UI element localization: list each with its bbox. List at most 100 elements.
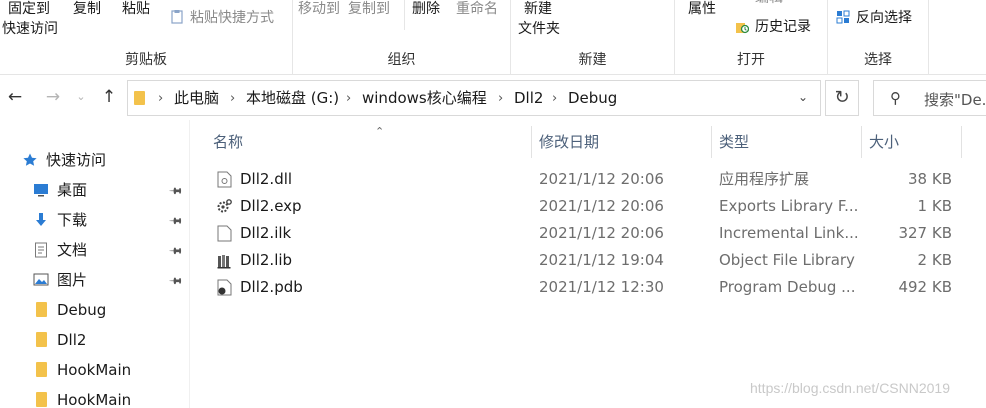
back-arrow-icon[interactable]: ← (6, 88, 24, 106)
pin-icon[interactable]: 🖈 (164, 270, 187, 293)
file-size: 2 KB (917, 251, 952, 269)
file-modified: 2021/1/12 20:06 (539, 224, 664, 242)
column-divider[interactable] (961, 126, 962, 158)
file-size: 492 KB (898, 278, 952, 296)
ribbon: 固定到 快速访问 复制 粘贴 粘贴快捷方式 剪贴板 移动到 复制到 删除 重命名… (0, 0, 986, 75)
nav-item-desktop[interactable]: 桌面 🖈 (0, 176, 190, 204)
nav-item-pictures[interactable]: 图片 🖈 (0, 266, 190, 294)
move-to-button[interactable]: 移动到 (298, 0, 340, 19)
file-modified: 2021/1/12 20:06 (539, 170, 664, 188)
desktop-icon (34, 184, 48, 197)
file-type: Exports Library F... (719, 197, 859, 215)
ilk-file-icon (217, 225, 232, 242)
paste-shortcut-button[interactable]: 粘贴快捷方式 (168, 6, 288, 28)
file-type: 应用程序扩展 (719, 170, 810, 188)
pin-icon[interactable]: 🖈 (164, 240, 187, 263)
edit-label: 编辑 (755, 0, 783, 8)
breadcrumb-drive-g[interactable]: 本地磁盘 (G:) (246, 89, 339, 108)
column-header-modified-label: 修改日期 (539, 133, 600, 151)
file-modified: 2021/1/12 20:06 (539, 197, 664, 215)
copy-button[interactable]: 复制 (73, 0, 101, 19)
address-folder-icon (134, 91, 145, 105)
paste-button[interactable]: 粘贴 (122, 0, 150, 19)
history-label: 历史记录 (755, 19, 811, 35)
nav-item-label: 下载 (57, 211, 88, 229)
nav-item-documents[interactable]: 文档 🖈 (0, 236, 190, 264)
nav-item-downloads[interactable]: 下载 🖈 (0, 206, 190, 234)
breadcrumb-dll2[interactable]: Dll2 (514, 89, 543, 108)
pin-to-quick-access-button[interactable]: 固定到 快速访问 (0, 0, 66, 42)
paste-shortcut-icon (171, 10, 183, 24)
file-size: 38 KB (908, 170, 952, 188)
column-header-size-label: 大小 (869, 133, 900, 151)
new-folder-label-line2: 文件夹 (518, 21, 560, 37)
edit-button[interactable]: 编辑 (733, 0, 823, 8)
file-name: Dll2.ilk (240, 224, 292, 242)
table-row[interactable]: Dll2.exp 2021/1/12 20:06 Exports Library… (191, 193, 986, 220)
file-type: Incremental Link... (719, 224, 859, 242)
chevron-right-icon[interactable]: › (552, 89, 557, 108)
breadcrumb-windows-core[interactable]: windows核心编程 (362, 89, 487, 108)
history-button[interactable]: 历史记录 (733, 16, 825, 38)
table-row[interactable]: Dll2.lib 2021/1/12 19:04 Object File Lib… (191, 247, 986, 274)
exp-file-icon (217, 199, 232, 213)
nav-item-label: Dll2 (57, 331, 87, 349)
history-icon (736, 23, 749, 34)
breadcrumb-this-pc[interactable]: 此电脑 (174, 89, 219, 108)
table-row[interactable]: Dll2.pdb 2021/1/12 12:30 Program Debug .… (191, 274, 986, 301)
column-header-modified[interactable]: 修改日期 (531, 126, 711, 158)
address-bar[interactable]: › 此电脑 › 本地磁盘 (G:) › windows核心编程 › Dll2 ›… (127, 80, 821, 116)
search-box[interactable]: ⚲ 搜索"De... (873, 80, 986, 116)
chevron-right-icon[interactable]: › (230, 89, 235, 108)
copy-to-button[interactable]: 复制到 (348, 0, 390, 19)
column-header-name-label: 名称 (213, 133, 244, 151)
pin-icon[interactable]: 🖈 (164, 180, 187, 203)
chevron-right-icon[interactable]: › (346, 89, 351, 108)
nav-quick-access[interactable]: 快速访问 (0, 146, 190, 174)
file-name: Dll2.dll (240, 170, 293, 188)
invert-selection-button[interactable]: 反向选择 (834, 6, 926, 28)
nav-item-label: 图片 (57, 271, 88, 289)
chevron-right-icon[interactable]: › (498, 89, 503, 108)
folder-icon (36, 332, 47, 347)
table-row[interactable]: Dll2.dll 2021/1/12 20:06 应用程序扩展 38 KB (191, 166, 986, 193)
breadcrumb-debug[interactable]: Debug (568, 89, 617, 108)
pin-icon[interactable]: 🖈 (164, 210, 187, 233)
chevron-right-icon[interactable]: › (158, 89, 163, 108)
nav-item-label: HookMain (57, 361, 132, 379)
ribbon-divider (928, 0, 929, 75)
table-row[interactable]: Dll2.ilk 2021/1/12 20:06 Incremental Lin… (191, 220, 986, 247)
nav-item-folder[interactable]: Debug (0, 296, 190, 324)
column-header-name[interactable]: 名称 ⌃ (205, 125, 531, 158)
invert-selection-icon (836, 10, 850, 24)
file-name: Dll2.pdb (240, 278, 303, 296)
select-group: 反向选择 选择 (828, 0, 928, 75)
up-arrow-icon[interactable]: ↑ (100, 88, 118, 106)
nav-item-folder[interactable]: Dll2 (0, 326, 190, 354)
file-size: 1 KB (917, 197, 952, 215)
open-group-label: 打开 (737, 52, 765, 68)
recent-locations-chevron-icon[interactable]: ⌄ (72, 88, 90, 106)
nav-item-folder[interactable]: HookMain (0, 356, 190, 384)
address-dropdown-icon[interactable]: ⌄ (798, 90, 808, 104)
paste-shortcut-label: 粘贴快捷方式 (190, 10, 274, 26)
navigation-pane: 快速访问 桌面 🖈 下载 🖈 文档 🖈 图片 🖈 Debug Dll2 Hook… (0, 120, 190, 408)
rename-button[interactable]: 重命名 (456, 0, 498, 19)
organize-inner-divider (404, 0, 405, 30)
new-folder-button[interactable]: 新建 文件夹 (515, 0, 575, 42)
open-group: 属性 编辑 历史记录 打开 (675, 0, 827, 75)
pictures-icon (33, 273, 49, 286)
nav-item-folder[interactable]: HookMain (0, 386, 190, 408)
properties-button[interactable]: 属性 (688, 0, 716, 19)
forward-arrow-icon[interactable]: → (44, 88, 62, 106)
column-header-type-label: 类型 (719, 133, 750, 151)
new-group-label: 新建 (578, 52, 607, 68)
column-header-size[interactable]: 大小 (861, 126, 961, 158)
sort-up-icon: ⌃ (375, 125, 385, 138)
refresh-icon[interactable]: ↻ (825, 80, 859, 116)
file-list: 名称 ⌃ 修改日期 类型 大小 Dll2.dll 2021/1/12 20:06… (191, 120, 986, 408)
delete-button[interactable]: 删除 (412, 0, 440, 19)
new-folder-label-line1: 新建 (524, 1, 552, 17)
invert-selection-label: 反向选择 (856, 10, 912, 26)
column-header-type[interactable]: 类型 (711, 126, 861, 158)
